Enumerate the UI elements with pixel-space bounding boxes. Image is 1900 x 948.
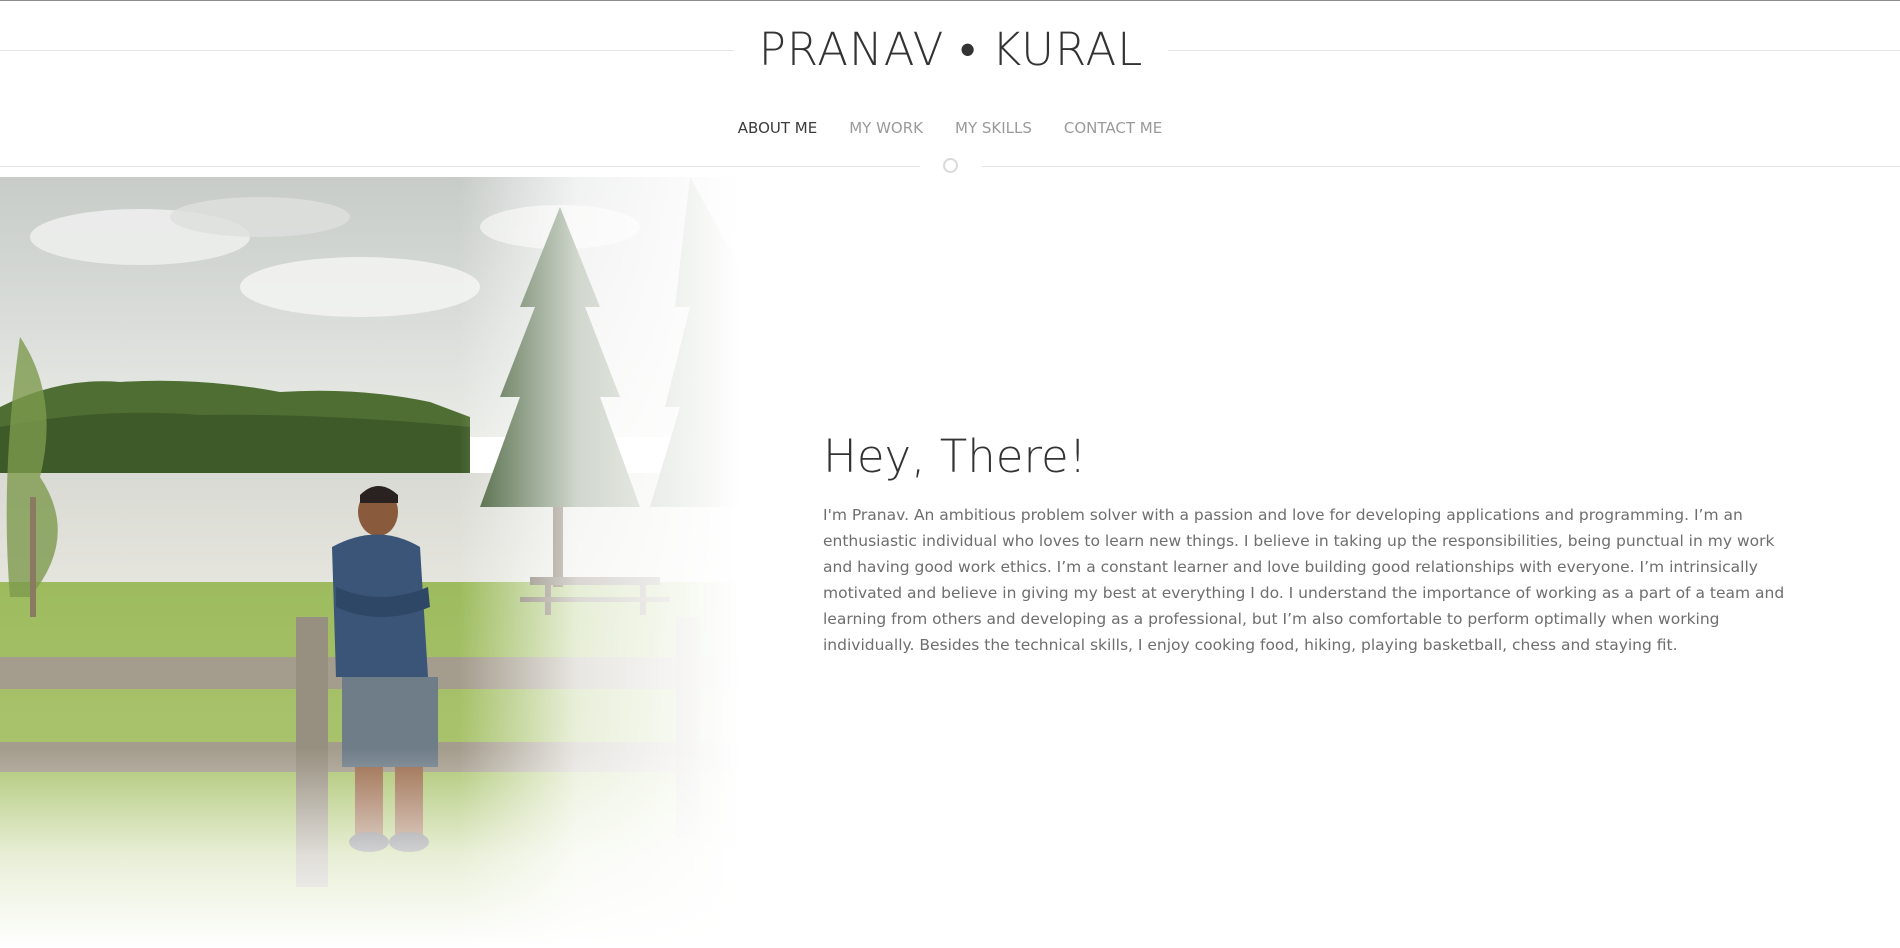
scroll-indicator-dot bbox=[943, 158, 958, 173]
nav-item-my-skills[interactable]: MY SKILLS bbox=[939, 117, 1048, 139]
about-heading: Hey, There! bbox=[823, 430, 1087, 483]
site-title[interactable]: PRANAV • KURAL bbox=[734, 20, 1168, 80]
main-nav: ABOUT ME MY WORK MY SKILLS CONTACT ME bbox=[0, 117, 1900, 139]
nav-rule-left bbox=[0, 166, 920, 167]
header-rule-right bbox=[1168, 50, 1900, 51]
about-body: I'm Pranav. An ambitious problem solver … bbox=[823, 506, 1785, 654]
top-border bbox=[0, 0, 1900, 1]
photo-fade-bottom bbox=[0, 177, 740, 948]
nav-item-about-me[interactable]: ABOUT ME bbox=[722, 117, 833, 139]
header-rule-left bbox=[0, 50, 734, 51]
nav-item-my-work[interactable]: MY WORK bbox=[833, 117, 939, 139]
page: PRANAV • KURAL ABOUT ME MY WORK MY SKILL… bbox=[0, 0, 1900, 948]
profile-photo bbox=[0, 177, 740, 948]
nav-item-contact-me[interactable]: CONTACT ME bbox=[1048, 117, 1178, 139]
about-section: Hey, There! I'm Pranav. An ambitious pro… bbox=[823, 428, 1808, 658]
nav-rule-right bbox=[982, 166, 1900, 167]
